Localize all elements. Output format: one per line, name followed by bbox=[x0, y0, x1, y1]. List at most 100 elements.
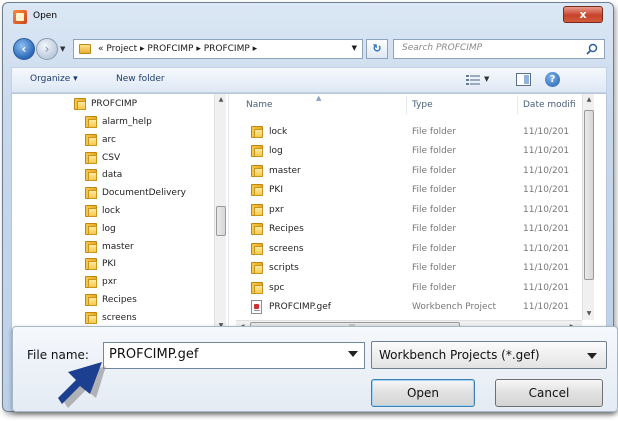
folder-icon bbox=[85, 205, 97, 217]
address-row: ‹ › ▼ « Project ▸ PROFCIMP ▸ PROFCIMP ▸ … bbox=[11, 37, 607, 61]
folder-icon bbox=[85, 294, 97, 306]
close-button[interactable]: x bbox=[563, 6, 603, 23]
folder-icon bbox=[85, 312, 97, 324]
address-dropdown-icon[interactable]: ▼ bbox=[352, 44, 357, 52]
file-date: 11/10/201 bbox=[523, 283, 570, 293]
nav-item-label: log bbox=[102, 224, 116, 234]
search-box[interactable] bbox=[393, 39, 605, 59]
file-name-dropdown-icon[interactable] bbox=[348, 351, 358, 357]
file-row[interactable]: scripts File folder 11/10/201 bbox=[236, 259, 586, 278]
app-icon bbox=[13, 10, 27, 24]
column-name[interactable]: Name bbox=[246, 100, 273, 110]
column-type[interactable]: Type bbox=[412, 100, 433, 110]
navigation-pane[interactable]: PROFCIMP alarm_help arc CSV data Documen… bbox=[12, 94, 236, 332]
nav-item-label: master bbox=[102, 242, 134, 252]
scroll-down-icon[interactable]: ▼ bbox=[583, 308, 595, 320]
nav-item-label: DocumentDelivery bbox=[102, 188, 186, 198]
file-date: 11/10/201 bbox=[523, 166, 570, 176]
preview-pane-icon[interactable] bbox=[516, 73, 531, 86]
nav-item-label: alarm_help bbox=[102, 117, 152, 127]
file-row[interactable]: pxr File folder 11/10/201 bbox=[236, 201, 586, 220]
nav-scrollbar[interactable]: ▲ ▼ bbox=[214, 94, 226, 332]
file-name: pxr bbox=[269, 205, 284, 215]
file-type: File folder bbox=[412, 283, 457, 293]
browser-area: PROFCIMP alarm_help arc CSV data Documen… bbox=[11, 93, 607, 333]
folder-icon bbox=[85, 276, 97, 288]
help-icon[interactable]: ? bbox=[545, 72, 560, 87]
scroll-up-icon[interactable]: ▲ bbox=[583, 94, 595, 106]
pane-splitter[interactable] bbox=[228, 94, 236, 332]
file-date: 11/10/201 bbox=[523, 127, 570, 137]
column-date[interactable]: Date modifi bbox=[523, 100, 576, 110]
file-row[interactable]: Recipes File folder 11/10/201 bbox=[236, 220, 586, 239]
file-type: File folder bbox=[412, 127, 457, 137]
file-list-scrollbar[interactable]: ▲ ▼ bbox=[582, 94, 594, 320]
file-type: File folder bbox=[412, 244, 457, 254]
file-date: 11/10/201 bbox=[523, 224, 570, 234]
nav-item-label: pxr bbox=[102, 277, 117, 287]
folder-icon bbox=[85, 134, 97, 146]
cancel-button[interactable]: Cancel bbox=[495, 379, 603, 407]
file-row[interactable]: master File folder 11/10/201 bbox=[236, 162, 586, 181]
folder-icon bbox=[79, 44, 91, 54]
file-type: File folder bbox=[412, 263, 457, 273]
history-dropdown-icon[interactable]: ▼ bbox=[60, 45, 65, 53]
file-list[interactable]: Name ▲ Type Date modifi lock File folder… bbox=[236, 94, 606, 332]
file-name-input[interactable] bbox=[109, 347, 334, 362]
file-name: lock bbox=[269, 127, 288, 137]
nav-root-label: PROFCIMP bbox=[91, 99, 138, 109]
folder-icon bbox=[251, 282, 263, 294]
file-row[interactable]: PROFCIMP.gef Workbench Project 11/10/201 bbox=[236, 298, 586, 317]
folder-icon bbox=[85, 187, 97, 199]
file-name: spc bbox=[269, 283, 285, 293]
nav-scroll-thumb[interactable] bbox=[216, 206, 226, 236]
file-row[interactable]: lock File folder 11/10/201 bbox=[236, 123, 586, 142]
new-folder-button[interactable]: New folder bbox=[116, 74, 165, 84]
forward-arrow-icon[interactable]: › bbox=[36, 38, 58, 60]
nav-item-label: data bbox=[102, 170, 123, 180]
pointer-arrow-icon bbox=[58, 362, 106, 408]
search-input[interactable] bbox=[402, 43, 572, 53]
command-bar: Organize ▾ New folder ▼ ? bbox=[11, 67, 607, 93]
file-list-scroll-thumb[interactable] bbox=[584, 110, 594, 280]
view-options-icon[interactable] bbox=[466, 74, 480, 86]
search-icon[interactable] bbox=[586, 43, 598, 55]
file-name: log bbox=[269, 146, 283, 156]
file-type: File folder bbox=[412, 166, 457, 176]
file-date: 11/10/201 bbox=[523, 302, 570, 312]
file-row[interactable]: spc File folder 11/10/201 bbox=[236, 279, 586, 298]
folder-icon bbox=[251, 145, 263, 157]
file-row[interactable]: log File folder 11/10/201 bbox=[236, 142, 586, 161]
title-bar: Open x bbox=[3, 3, 613, 31]
column-divider[interactable] bbox=[517, 96, 518, 114]
organize-button[interactable]: Organize ▾ bbox=[30, 74, 78, 84]
folder-icon bbox=[251, 243, 263, 255]
file-type-value: Workbench Projects (*.gef) bbox=[379, 348, 540, 362]
folder-icon bbox=[85, 152, 97, 164]
gef-file-icon bbox=[251, 300, 262, 314]
file-row[interactable]: screens File folder 11/10/201 bbox=[236, 240, 586, 259]
open-button[interactable]: Open bbox=[371, 379, 475, 407]
file-name: scripts bbox=[269, 263, 299, 273]
window-title: Open bbox=[33, 11, 58, 21]
nav-item-label: screens bbox=[102, 313, 137, 323]
file-type: File folder bbox=[412, 146, 457, 156]
view-dropdown-icon[interactable]: ▼ bbox=[484, 75, 489, 83]
address-bar[interactable]: « Project ▸ PROFCIMP ▸ PROFCIMP ▸ ▼ bbox=[73, 39, 363, 59]
file-type: File folder bbox=[412, 224, 457, 234]
scroll-up-icon[interactable]: ▲ bbox=[215, 94, 227, 106]
folder-icon bbox=[85, 258, 97, 270]
breadcrumb[interactable]: « Project ▸ PROFCIMP ▸ PROFCIMP ▸ bbox=[98, 44, 257, 54]
file-type-dropdown-icon[interactable] bbox=[587, 353, 597, 359]
column-divider[interactable] bbox=[406, 96, 407, 114]
file-name: master bbox=[269, 166, 301, 176]
back-arrow-icon[interactable]: ‹ bbox=[13, 38, 35, 60]
file-name: Recipes bbox=[269, 224, 304, 234]
file-name-combobox[interactable] bbox=[103, 342, 365, 369]
file-date: 11/10/201 bbox=[523, 146, 570, 156]
file-row[interactable]: PKI File folder 11/10/201 bbox=[236, 181, 586, 200]
file-type: Workbench Project bbox=[412, 302, 497, 312]
refresh-icon[interactable]: ↻ bbox=[366, 39, 388, 59]
file-type-select[interactable]: Workbench Projects (*.gef) bbox=[371, 341, 607, 369]
folder-icon bbox=[85, 169, 97, 181]
